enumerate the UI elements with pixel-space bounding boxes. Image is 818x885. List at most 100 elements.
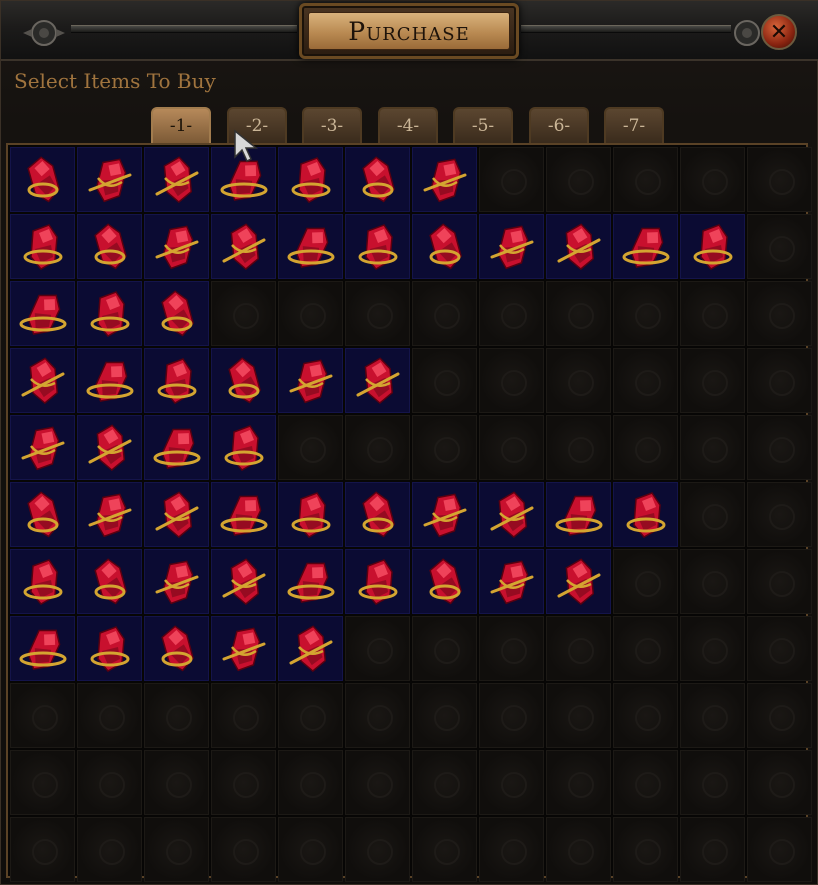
empty-slot — [278, 817, 343, 882]
red-gem-with-gold-setting-icon — [94, 223, 127, 270]
red-gem-with-gold-setting-icon — [423, 158, 467, 203]
item-slot[interactable] — [77, 348, 142, 413]
item-slot[interactable] — [144, 214, 209, 279]
item-slot[interactable] — [211, 214, 276, 279]
tab-7[interactable]: -7- — [604, 107, 664, 143]
item-slot[interactable] — [77, 616, 142, 681]
red-gem-with-gold-setting-icon — [155, 560, 199, 605]
item-slot[interactable] — [77, 549, 142, 614]
item-slot[interactable] — [412, 214, 477, 279]
empty-slot — [613, 415, 678, 480]
item-slot[interactable] — [479, 214, 544, 279]
red-gem-with-gold-setting-icon — [626, 492, 666, 538]
item-slot[interactable] — [278, 482, 343, 547]
item-slot[interactable] — [77, 147, 142, 212]
item-slot[interactable] — [278, 214, 343, 279]
empty-slot — [479, 281, 544, 346]
item-slot[interactable] — [613, 214, 678, 279]
empty-slot — [412, 817, 477, 882]
close-icon: ✕ — [769, 19, 789, 45]
item-slot[interactable] — [211, 549, 276, 614]
tab-4[interactable]: -4- — [378, 107, 438, 143]
empty-slot — [345, 281, 410, 346]
empty-slot — [412, 281, 477, 346]
item-slot[interactable] — [144, 616, 209, 681]
empty-slot — [479, 147, 544, 212]
empty-slot — [680, 750, 745, 815]
item-slot[interactable] — [10, 616, 75, 681]
empty-slot — [680, 817, 745, 882]
item-slot[interactable] — [345, 348, 410, 413]
item-slot[interactable] — [77, 415, 142, 480]
item-slot[interactable] — [77, 214, 142, 279]
item-slot[interactable] — [345, 214, 410, 279]
red-gem-with-gold-setting-icon — [27, 156, 60, 203]
tab-5[interactable]: -5- — [453, 107, 513, 143]
tab-6[interactable]: -6- — [529, 107, 589, 143]
item-slot[interactable] — [77, 482, 142, 547]
red-gem-with-gold-setting-icon — [23, 559, 63, 605]
item-slot[interactable] — [412, 549, 477, 614]
item-slot[interactable] — [345, 549, 410, 614]
item-slot[interactable] — [278, 348, 343, 413]
tab-1[interactable]: -1- — [151, 107, 211, 143]
item-slot[interactable] — [345, 482, 410, 547]
item-slot[interactable] — [211, 348, 276, 413]
tab-3[interactable]: -3- — [302, 107, 362, 143]
red-gem-with-gold-setting-icon — [94, 558, 127, 605]
item-slot[interactable] — [10, 549, 75, 614]
item-slot[interactable] — [144, 482, 209, 547]
empty-slot — [680, 147, 745, 212]
empty-slot — [546, 415, 611, 480]
red-gem-with-gold-setting-icon — [356, 357, 400, 404]
item-slot[interactable] — [278, 147, 343, 212]
item-slot[interactable] — [10, 147, 75, 212]
item-slot[interactable] — [10, 415, 75, 480]
red-gem-with-gold-setting-icon — [222, 627, 266, 672]
item-slot[interactable] — [546, 214, 611, 279]
item-slot[interactable] — [211, 482, 276, 547]
item-slot[interactable] — [10, 348, 75, 413]
item-slot[interactable] — [546, 549, 611, 614]
item-slot[interactable] — [412, 482, 477, 547]
empty-slot — [680, 616, 745, 681]
item-slot[interactable] — [10, 214, 75, 279]
empty-slot — [412, 683, 477, 748]
empty-slot — [412, 415, 477, 480]
item-slot[interactable] — [613, 482, 678, 547]
item-slot[interactable] — [345, 147, 410, 212]
red-gem-with-gold-setting-icon — [161, 625, 194, 672]
item-slot[interactable] — [546, 482, 611, 547]
empty-slot — [211, 683, 276, 748]
item-slot[interactable] — [211, 616, 276, 681]
empty-slot — [144, 750, 209, 815]
item-slot[interactable] — [10, 281, 75, 346]
red-gem-with-gold-setting-icon — [490, 225, 534, 270]
red-gem-with-gold-setting-icon — [88, 424, 132, 471]
item-slot[interactable] — [10, 482, 75, 547]
empty-slot — [479, 616, 544, 681]
item-slot[interactable] — [479, 482, 544, 547]
red-gem-with-gold-setting-icon — [358, 224, 398, 270]
empty-slot — [613, 683, 678, 748]
red-gem-with-gold-setting-icon — [222, 558, 266, 605]
empty-slot — [613, 817, 678, 882]
item-slot[interactable] — [144, 549, 209, 614]
item-slot[interactable] — [479, 549, 544, 614]
empty-slot — [479, 683, 544, 748]
item-slot[interactable] — [278, 616, 343, 681]
item-slot[interactable] — [144, 281, 209, 346]
instructions-label: Select Items To Buy — [14, 69, 216, 93]
item-slot[interactable] — [144, 348, 209, 413]
item-slot[interactable] — [144, 415, 209, 480]
item-slot[interactable] — [211, 415, 276, 480]
item-slot[interactable] — [144, 147, 209, 212]
item-slot[interactable] — [77, 281, 142, 346]
empty-slot — [278, 683, 343, 748]
item-slot[interactable] — [680, 214, 745, 279]
red-gem-with-gold-setting-icon — [362, 156, 395, 203]
item-slot[interactable] — [412, 147, 477, 212]
empty-slot — [278, 750, 343, 815]
close-button[interactable]: ✕ — [761, 14, 797, 50]
item-slot[interactable] — [278, 549, 343, 614]
